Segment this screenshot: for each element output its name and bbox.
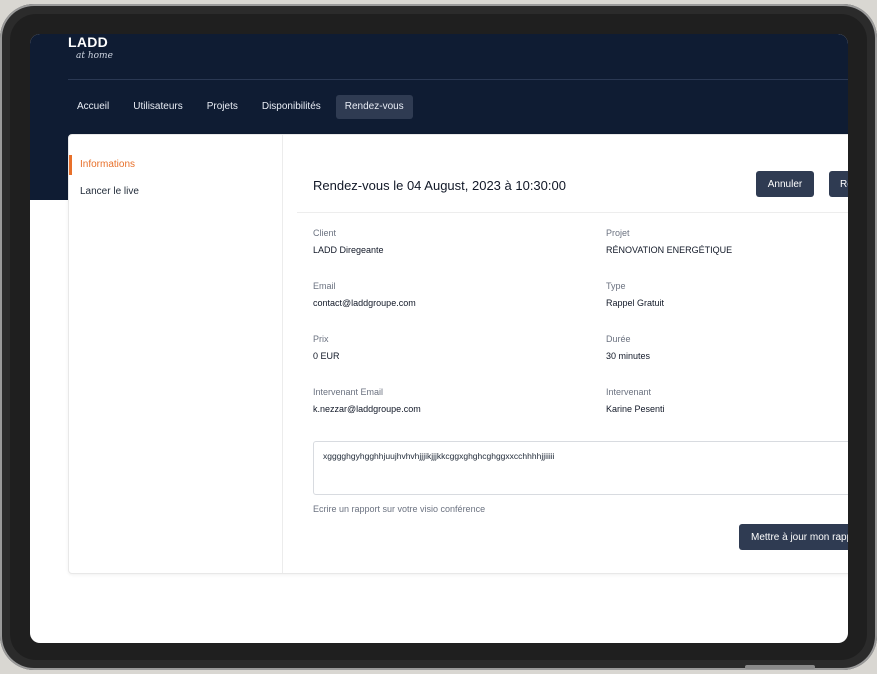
nav-item-projets[interactable]: Projets <box>198 95 247 119</box>
type-label: Type <box>606 281 626 291</box>
sidebar: Informations Lancer le live <box>69 135 283 573</box>
header-divider <box>68 79 848 80</box>
client-label: Client <box>313 228 337 238</box>
projet-value: RÉNOVATION ENERGÉTIQUE <box>606 245 733 255</box>
prix-label: Prix <box>313 334 329 344</box>
type-value: Rappel Gratuit <box>606 298 665 308</box>
update-report-button[interactable]: Mettre à jour mon rapport <box>739 524 848 550</box>
nav-item-rendez-vous[interactable]: Rendez-vous <box>335 95 413 119</box>
title-divider <box>297 212 848 213</box>
home-indicator <box>745 665 815 669</box>
page-title: Rendez-vous le 04 August, 2023 à 10:30:0… <box>313 178 566 193</box>
sidebar-active-indicator <box>69 155 72 175</box>
sidebar-item-lancer-le-live[interactable]: Lancer le live <box>80 186 139 197</box>
nav-item-utilisateurs[interactable]: Utilisateurs <box>124 95 191 119</box>
client-value: LADD Diregeante <box>313 245 384 255</box>
appointment-card: Informations Lancer le live Rendez-vous … <box>68 134 848 574</box>
secondary-action-button[interactable]: Re <box>829 171 848 197</box>
report-hint: Ecrire un rapport sur votre visio confér… <box>313 504 486 514</box>
duree-label: Durée <box>606 334 631 344</box>
sidebar-item-informations[interactable]: Informations <box>80 159 135 170</box>
app-screen: LADD at home Accueil Utilisateurs Projet… <box>30 34 848 643</box>
intervenant-email-value: k.nezzar@laddgroupe.com <box>313 404 421 414</box>
report-textarea[interactable]: xgggghgyhgghhjuujhvhvhjjjikjjjkkcggxghgh… <box>313 441 848 495</box>
intervenant-label: Intervenant <box>606 387 652 397</box>
cancel-button[interactable]: Annuler <box>756 171 814 197</box>
nav-item-accueil[interactable]: Accueil <box>68 95 118 119</box>
projet-label: Projet <box>606 228 630 238</box>
intervenant-email-label: Intervenant Email <box>313 387 384 397</box>
logo-tagline: at home <box>76 51 113 61</box>
email-label: Email <box>313 281 336 291</box>
email-value: contact@laddgroupe.com <box>313 298 416 308</box>
logo: LADD <box>68 34 109 50</box>
main-nav: Accueil Utilisateurs Projets Disponibili… <box>68 95 413 119</box>
duree-value: 30 minutes <box>606 351 651 361</box>
nav-item-disponibilites[interactable]: Disponibilités <box>253 95 330 119</box>
prix-value: 0 EUR <box>313 351 340 361</box>
intervenant-value: Karine Pesenti <box>606 404 665 414</box>
